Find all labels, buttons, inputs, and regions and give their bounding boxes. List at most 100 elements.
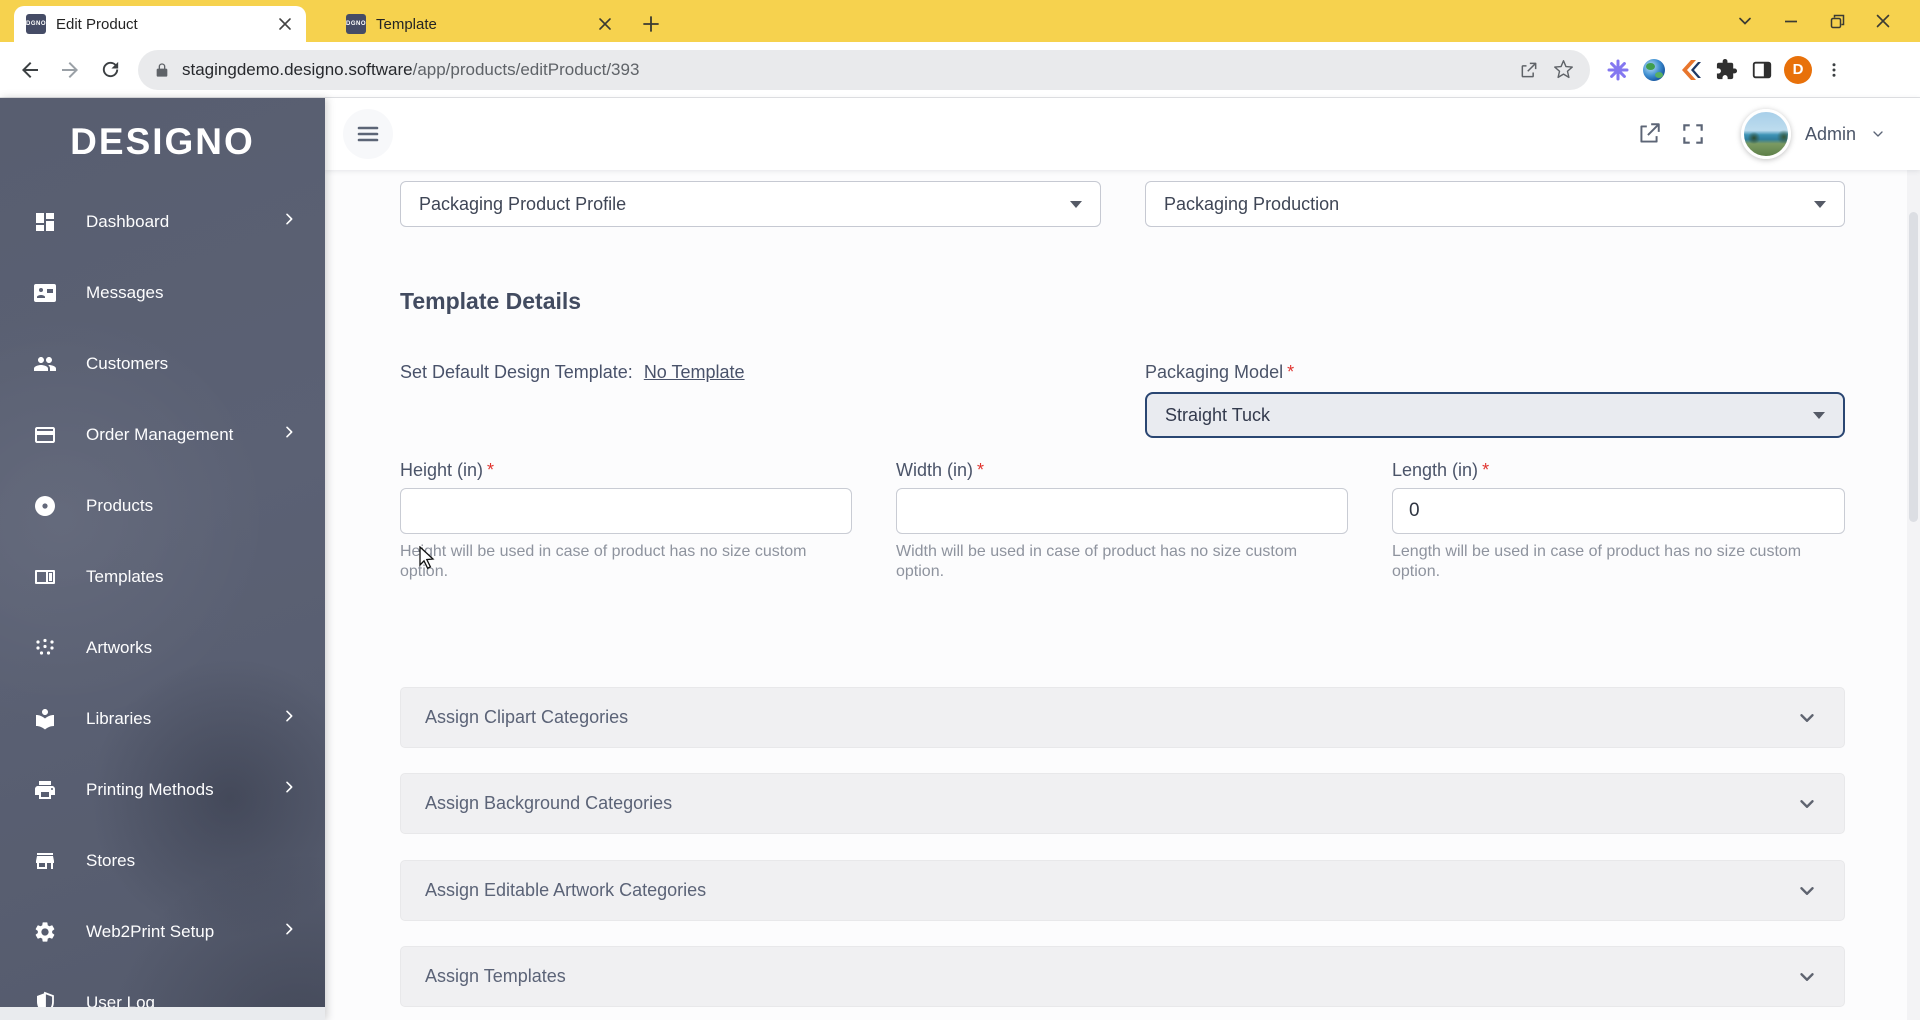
profile-avatar[interactable]: D [1780,52,1816,88]
tab-search-icon[interactable] [1722,0,1768,42]
dashboard-icon [32,209,58,235]
packaging-model-select[interactable]: Straight Tuck [1145,392,1845,438]
width-input[interactable] [896,488,1348,534]
length-input[interactable] [1392,488,1845,534]
chevron-right-icon [281,211,297,232]
extension-chevrons-icon[interactable] [1672,52,1708,88]
default-template-line: Set Default Design Template: No Template [400,362,745,382]
customers-icon [32,351,58,377]
sidebar-item-messages[interactable]: Messages [0,257,325,328]
length-label: Length (in) * [1392,460,1490,480]
sidebar-nav: Dashboard Messages Customers Order Manag… [0,186,325,1020]
browser-tabbar: DGNO Edit Product DGNO Template [0,0,1920,42]
hamburger-icon[interactable] [343,109,393,159]
select-arrow-icon [1814,200,1826,208]
open-in-new-icon[interactable] [1627,112,1671,156]
chevron-right-icon [281,779,297,800]
messages-icon [32,280,58,306]
accordion-assign-templates[interactable]: Assign Templates [400,946,1845,1007]
accordion-assign-editable-artwork-categories[interactable]: Assign Editable Artwork Categories [400,860,1845,921]
no-template-link[interactable]: No Template [644,362,745,382]
sidebar-item-templates[interactable]: Templates [0,541,325,612]
chevron-right-icon [281,921,297,942]
split-screen-icon[interactable] [1744,52,1780,88]
cursor-arrow [419,546,435,570]
browser-window: DGNO Edit Product DGNO Template stagingd… [0,0,1920,1020]
chevron-down-icon [1796,880,1818,902]
select-arrow-icon [1813,411,1825,419]
sidebar-item-dashboard[interactable]: Dashboard [0,186,325,257]
sidebar-item-printing-methods[interactable]: Printing Methods [0,754,325,825]
tab-template[interactable]: DGNO Template [334,6,626,42]
app-logo: DESIGNO [70,121,255,162]
user-avatar[interactable] [1740,109,1791,159]
templates-icon [32,564,58,590]
chevron-right-icon [281,424,297,445]
section-title: Template Details [400,288,582,314]
height-helper-text: Height will be used in case of product h… [400,543,807,580]
height-input[interactable] [400,488,852,534]
lock-icon [156,62,168,77]
main-panel: Admin Packaging Product Profile Packagin… [325,98,1920,1020]
sidebar-item-order-management[interactable]: Order Management [0,399,325,470]
chevron-down-icon [1796,793,1818,815]
app-header: Admin [325,98,1920,170]
web2print-icon [32,919,58,945]
kebab-menu-icon[interactable] [1816,52,1852,88]
sidebar-item-products[interactable]: Products [0,470,325,541]
sidebar: DESIGNO Dashboard Messages Customers Ord… [0,98,325,1020]
content-scrollbar[interactable] [1907,170,1920,1020]
libraries-icon [32,706,58,732]
tab-close-icon[interactable] [596,15,614,33]
share-icon[interactable] [1512,53,1546,87]
order-management-icon [32,422,58,448]
minimize-icon[interactable] [1768,0,1814,42]
length-helper-text: Length will be used in case of product h… [1392,543,1802,580]
artworks-icon [32,635,58,661]
app-shell: DESIGNO Dashboard Messages Customers Ord… [0,98,1920,1020]
edit-product-form: Packaging Product Profile Packaging Prod… [325,170,1920,1020]
printing-methods-icon [32,777,58,803]
height-label: Height (in) * [400,460,495,480]
extension-globe-icon[interactable] [1636,52,1672,88]
chevron-down-icon [1796,966,1818,988]
packaging-model-label: Packaging Model * [1145,362,1295,382]
accordion-assign-clipart-categories[interactable]: Assign Clipart Categories [400,687,1845,748]
chevron-down-icon[interactable] [1870,126,1886,142]
sidebar-item-libraries[interactable]: Libraries [0,683,325,754]
window-controls [1722,0,1906,42]
select-arrow-icon [1070,200,1082,208]
new-tab-icon[interactable] [636,9,666,39]
extension-flower-icon[interactable] [1600,52,1636,88]
fullscreen-icon[interactable] [1671,112,1715,156]
favicon: DGNO [346,14,366,34]
reload-icon[interactable] [90,50,130,90]
width-label: Width (in) * [896,460,985,480]
close-icon[interactable] [1860,0,1906,42]
tab-title: Edit Product [56,15,138,33]
sidebar-item-web2print-setup[interactable]: Web2Print Setup [0,896,325,967]
tab-close-icon[interactable] [276,15,294,33]
extensions-puzzle-icon[interactable] [1708,52,1744,88]
width-helper-text: Width will be used in case of product ha… [896,543,1298,580]
production-select[interactable]: Packaging Production [1145,181,1845,227]
sidebar-item-stores[interactable]: Stores [0,825,325,896]
url-text: stagingdemo.designo.software/app/product… [182,59,640,79]
favicon: DGNO [26,14,46,34]
sidebar-item-customers[interactable]: Customers [0,328,325,399]
user-name: Admin [1804,123,1856,144]
bookmark-star-icon[interactable] [1546,53,1580,87]
sidebar-item-artworks[interactable]: Artworks [0,612,325,683]
browser-toolbar: stagingdemo.designo.software/app/product… [0,42,1920,98]
back-icon[interactable] [10,50,50,90]
tab-edit-product[interactable]: DGNO Edit Product [14,6,306,42]
chevron-right-icon [281,708,297,729]
scrollbar-thumb[interactable] [1909,212,1918,522]
stores-icon [32,848,58,874]
product-profile-select[interactable]: Packaging Product Profile [400,181,1101,227]
restore-icon[interactable] [1814,0,1860,42]
url-bar[interactable]: stagingdemo.designo.software/app/product… [138,49,1590,90]
accordion-assign-background-categories[interactable]: Assign Background Categories [400,773,1845,834]
chevron-down-icon [1796,707,1818,729]
forward-icon[interactable] [50,50,90,90]
